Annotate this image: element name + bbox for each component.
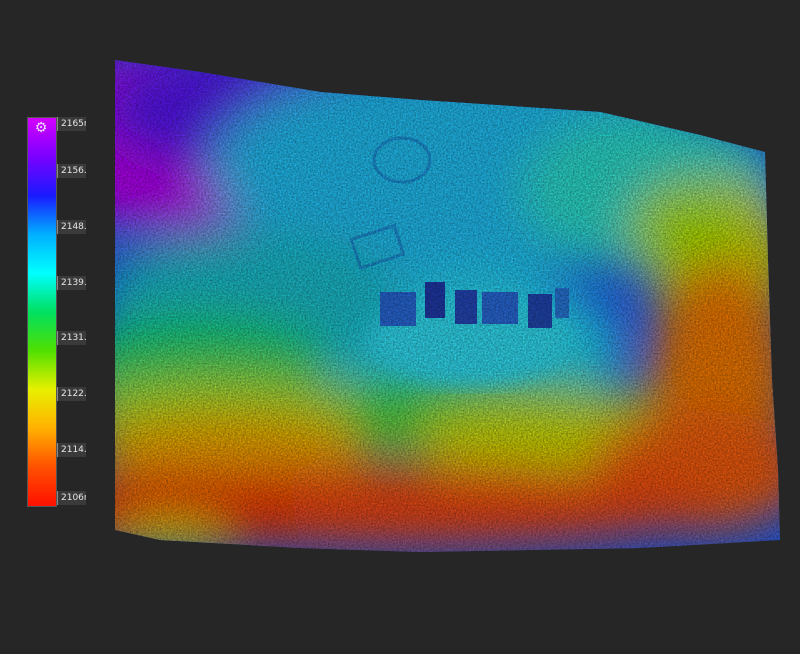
legend-tick-label: 2156.5 [57, 164, 86, 178]
legend-tick-label: 2165m [57, 117, 86, 131]
elevation-terrain-map[interactable] [0, 0, 800, 650]
legend-tick-label: 2139.7 [57, 276, 86, 290]
elevation-legend: ⚙ 2165m 2156.5 2148.1 2139.7 2131.2 2122… [27, 117, 87, 507]
legend-tick-label: 2148.1 [57, 220, 86, 234]
legend-tick-label: 2106m [57, 491, 86, 505]
gear-icon[interactable]: ⚙ [32, 119, 50, 137]
map-viewport[interactable]: ⚙ 2165m 2156.5 2148.1 2139.7 2131.2 2122… [0, 0, 800, 650]
legend-tick-label: 2131.2 [57, 331, 86, 345]
legend-tick-label: 2122.8 [57, 387, 86, 401]
legend-color-bar [27, 117, 57, 507]
legend-tick-label: 2114.4 [57, 443, 86, 457]
